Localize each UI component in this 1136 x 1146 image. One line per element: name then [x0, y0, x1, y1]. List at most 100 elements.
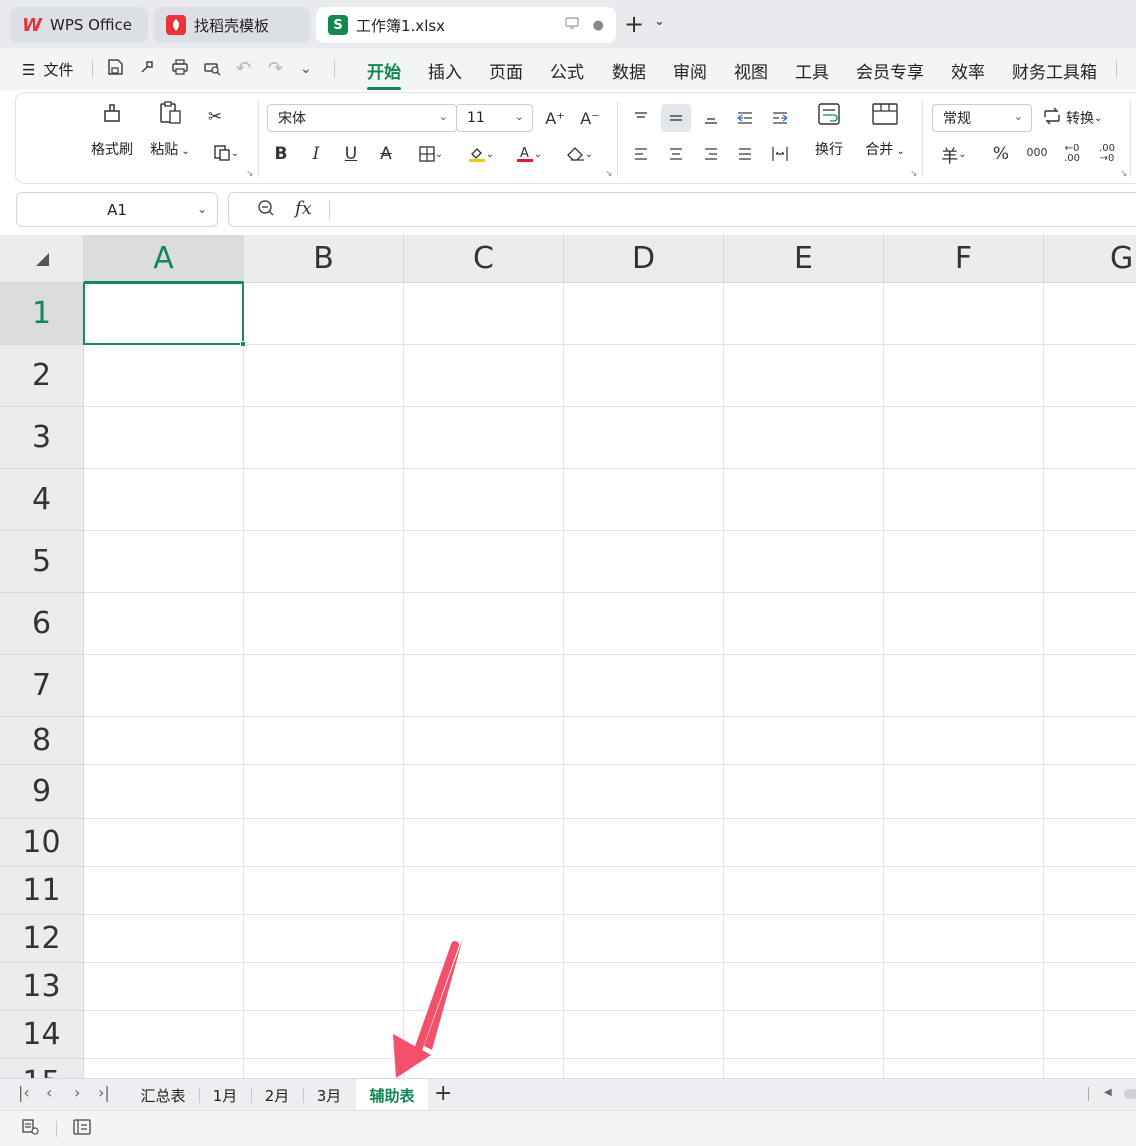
row-header-11[interactable]: 11 [0, 867, 84, 915]
monitor-icon[interactable] [565, 17, 579, 33]
unsaved-dot-icon[interactable]: ● [593, 18, 604, 33]
fill-handle[interactable] [240, 341, 246, 347]
row-header-12[interactable]: 12 [0, 915, 84, 963]
row-header-9[interactable]: 9 [0, 765, 84, 819]
select-all-corner[interactable] [0, 235, 84, 283]
row-header-2[interactable]: 2 [0, 345, 84, 407]
tab-tools[interactable]: 工具 [795, 58, 829, 83]
sheet-list-icon[interactable] [72, 1118, 92, 1140]
first-sheet-icon[interactable]: |‹ [18, 1083, 30, 1102]
increase-decimal-icon[interactable]: ←0 .00 [1057, 140, 1087, 168]
tab-daoke-templates[interactable]: 找稻壳模板 [154, 7, 310, 43]
tab-insert[interactable]: 插入 [428, 58, 462, 83]
justify-icon[interactable] [730, 140, 760, 168]
sheet-tab-helper[interactable]: 辅助表 [356, 1079, 428, 1111]
scroll-left-icon[interactable]: ◀ [1104, 1087, 1112, 1098]
dialog-launcher-icon[interactable]: ↘ [910, 169, 918, 179]
column-header-e[interactable]: E [724, 235, 884, 283]
add-sheet-plus-icon[interactable]: + [434, 1081, 452, 1106]
sheet-tab-mar[interactable]: 3月 [304, 1079, 354, 1111]
new-tab-plus-icon[interactable]: + [624, 12, 644, 36]
decrease-decimal-icon[interactable]: .00 →0 [1092, 140, 1122, 168]
fill-color-icon[interactable]: ⌄ [462, 140, 500, 168]
font-name-select[interactable]: 宋体 ⌄ [267, 104, 457, 132]
row-header-6[interactable]: 6 [0, 593, 84, 655]
wrap-text-button[interactable]: 换行 [808, 101, 850, 159]
align-right-icon[interactable] [696, 140, 726, 168]
bold-icon[interactable]: B [266, 140, 296, 168]
zoom-out-icon[interactable] [257, 199, 275, 222]
font-color-icon[interactable]: A ⌄ [510, 140, 548, 168]
column-header-b[interactable]: B [244, 235, 404, 283]
decrease-indent-icon[interactable] [730, 104, 760, 132]
increase-font-icon[interactable]: A⁺ [540, 104, 570, 132]
column-header-f[interactable]: F [884, 235, 1044, 283]
merge-cells-button[interactable]: 合并 ⌄ [862, 101, 908, 159]
column-header-a[interactable]: A [84, 235, 244, 283]
format-brush-icon[interactable] [138, 58, 156, 81]
tab-formulas[interactable]: 公式 [550, 58, 584, 83]
convert-button[interactable]: 转换 ⌄ [1042, 106, 1102, 130]
row-header-5[interactable]: 5 [0, 531, 84, 593]
dialog-launcher-icon[interactable]: ↘ [246, 169, 254, 179]
dialog-launcher-icon[interactable]: ↘ [1120, 169, 1128, 179]
strikethrough-icon[interactable]: A [371, 140, 401, 168]
tab-data[interactable]: 数据 [612, 58, 646, 83]
align-top-icon[interactable] [626, 104, 656, 132]
spreadsheet-grid[interactable]: A B C D E F G 1 2 3 4 5 6 7 8 9 10 11 12… [0, 235, 1136, 1078]
align-middle-icon[interactable] [661, 104, 691, 132]
tab-finance-toolbox[interactable]: 财务工具箱 [1012, 58, 1097, 83]
tab-efficiency[interactable]: 效率 [951, 58, 985, 83]
next-sheet-icon[interactable]: › [74, 1083, 80, 1102]
row-header-3[interactable]: 3 [0, 407, 84, 469]
horizontal-scrollbar[interactable] [1124, 1089, 1136, 1099]
macro-record-icon[interactable] [20, 1118, 40, 1140]
currency-format-icon[interactable]: 羊 ⌄ [936, 140, 972, 168]
redo-icon[interactable]: ↷ [268, 58, 283, 79]
prev-sheet-icon[interactable]: ‹ [46, 1083, 52, 1102]
cut-icon[interactable]: ✂ [200, 103, 230, 131]
distributed-align-icon[interactable] [765, 140, 795, 168]
dialog-launcher-icon[interactable]: ↘ [605, 169, 613, 179]
print-icon[interactable] [170, 58, 190, 81]
row-header-8[interactable]: 8 [0, 717, 84, 765]
row-header-13[interactable]: 13 [0, 963, 84, 1011]
sheet-tab-summary[interactable]: 汇总表 [128, 1079, 198, 1111]
number-format-select[interactable]: 常规 ⌄ [932, 104, 1032, 132]
underline-icon[interactable]: U [336, 140, 366, 168]
row-header-4[interactable]: 4 [0, 469, 84, 531]
chevron-down-icon[interactable]: ⌄ [654, 14, 665, 29]
row-header-15[interactable]: 15 [0, 1059, 84, 1078]
formula-bar[interactable]: fx [228, 192, 1136, 227]
tab-page[interactable]: 页面 [489, 58, 523, 83]
row-header-10[interactable]: 10 [0, 819, 84, 867]
column-header-g[interactable]: G [1044, 235, 1136, 283]
name-box[interactable]: A1 ⌄ [16, 192, 218, 227]
align-left-icon[interactable] [626, 140, 656, 168]
row-header-1[interactable]: 1 [0, 283, 84, 345]
print-preview-icon[interactable] [202, 58, 222, 81]
row-header-14[interactable]: 14 [0, 1011, 84, 1059]
format-painter-button[interactable]: 格式刷 [90, 99, 134, 159]
row-header-7[interactable]: 7 [0, 655, 84, 717]
tab-workbook[interactable]: S 工作簿1.xlsx ● [316, 7, 616, 43]
column-header-c[interactable]: C [404, 235, 564, 283]
thousands-separator-icon[interactable]: 000 [1022, 138, 1052, 166]
tab-member[interactable]: 会员专享 [856, 58, 924, 83]
decrease-font-icon[interactable]: A⁻ [575, 104, 605, 132]
paste-button[interactable]: 粘贴 ⌄ [148, 99, 192, 159]
percent-format-icon[interactable]: % [986, 140, 1016, 168]
last-sheet-icon[interactable]: ›| [98, 1083, 110, 1102]
italic-icon[interactable]: I [301, 140, 331, 168]
copy-icon[interactable]: ⌄ [206, 139, 246, 167]
column-header-d[interactable]: D [564, 235, 724, 283]
sheet-tab-jan[interactable]: 1月 [200, 1079, 250, 1111]
save-icon[interactable] [106, 58, 124, 81]
tab-view[interactable]: 视图 [734, 58, 768, 83]
tab-review[interactable]: 审阅 [673, 58, 707, 83]
file-menu-button[interactable]: ☰ 文件 [22, 59, 73, 80]
insert-function-icon[interactable]: fx [295, 198, 312, 219]
font-size-select[interactable]: 11 ⌄ [456, 104, 533, 132]
clear-format-icon[interactable]: ⌄ [560, 140, 600, 168]
chevron-down-icon[interactable]: ⌄ [300, 61, 312, 77]
